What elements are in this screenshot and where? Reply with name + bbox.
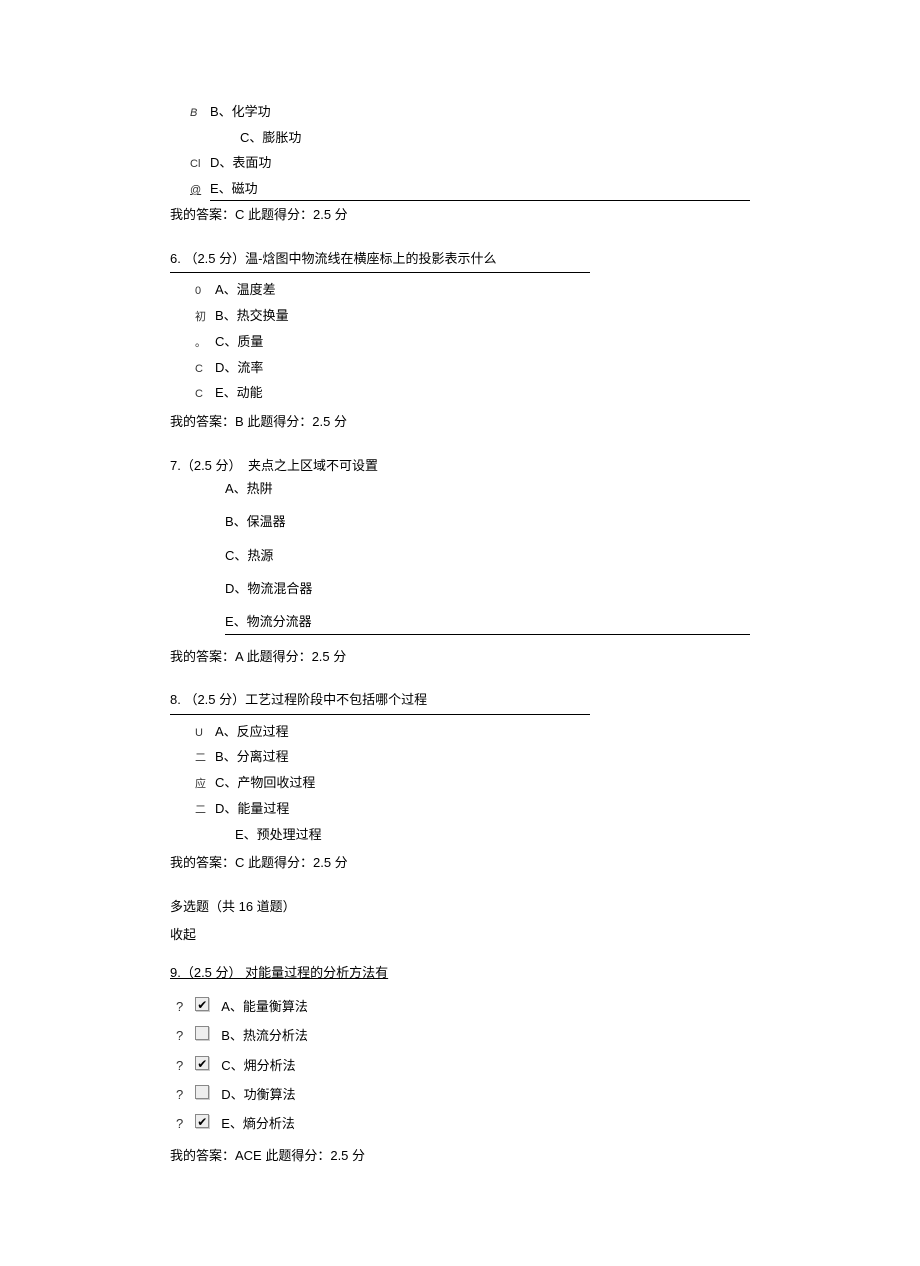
question-9-block: 9.（2.5 分） 对能量过程的分析方法有 ? A、能量衡算法 ? B、热流分析…	[170, 961, 750, 1167]
option-text: B、热交换量	[215, 304, 750, 327]
question-header: 9.（2.5 分） 对能量过程的分析方法有	[170, 961, 590, 986]
option-prefix: 初	[195, 308, 215, 328]
option-text: A、热阱	[225, 477, 750, 500]
option-row: ? E、熵分析法	[170, 1109, 415, 1138]
option-text: C、膨胀功	[240, 126, 750, 149]
option-line: @ E、磁功	[190, 177, 750, 201]
option-text: C、热源	[225, 544, 750, 567]
option-line: 应 C、产物回收过程	[195, 771, 750, 795]
question-7-block: 7.（2.5 分） 夹点之上区域不可设置 A、热阱 B、保温器 C、热源 D、物…	[170, 454, 750, 669]
option-line: 二 D、能量过程	[195, 797, 750, 821]
my-answer: 我的答案：C 此题得分：2.5 分	[170, 203, 750, 226]
checkbox-checked-icon[interactable]	[195, 1114, 209, 1128]
option-row: ? B、热流分析法	[170, 1021, 415, 1050]
option-prefix: 0	[195, 282, 215, 302]
option-text: A、反应过程	[215, 720, 750, 743]
option-row: ? D、功衡算法	[170, 1080, 415, 1109]
option-text: C、质量	[215, 330, 750, 353]
option-text: B、分离过程	[215, 745, 750, 768]
question-header: 8. （2.5 分）工艺过程阶段中不包括哪个过程	[170, 688, 590, 714]
question-options: 0 A、温度差 初 B、热交换量 。 C、质量 C D、流率 C E、动能	[170, 278, 750, 405]
option-label: D、功衡算法	[215, 1080, 415, 1109]
option-text: E、磁功	[210, 177, 750, 201]
question-options: A、热阱 B、保温器 C、热源 D、物流混合器 E、物流分流器	[170, 477, 750, 635]
question-6-block: 6. （2.5 分）温-焓图中物流线在横座标上的投影表示什么 0 A、温度差 初…	[170, 247, 750, 434]
option-prefix: 。	[195, 334, 215, 354]
my-answer: 我的答案：ACE 此题得分：2.5 分	[170, 1144, 750, 1167]
row-marker: ?	[170, 1080, 189, 1109]
option-line: 二 B、分离过程	[195, 745, 750, 769]
option-label: C、㶲分析法	[215, 1051, 415, 1080]
checkbox-cell	[189, 1051, 215, 1080]
checkbox-unchecked-icon[interactable]	[195, 1085, 209, 1099]
option-line: 初 B、热交换量	[195, 304, 750, 328]
option-label: A、能量衡算法	[215, 992, 415, 1021]
option-text: B、保温器	[225, 510, 750, 533]
option-label: B、热流分析法	[215, 1021, 415, 1050]
option-prefix: U	[195, 724, 215, 744]
checkbox-cell	[189, 1109, 215, 1138]
option-prefix: C	[195, 385, 215, 405]
checkbox-cell	[189, 992, 215, 1021]
question-options: U A、反应过程 二 B、分离过程 应 C、产物回收过程 二 D、能量过程 E、…	[170, 720, 750, 847]
option-prefix: @	[190, 181, 210, 201]
option-text: A、温度差	[215, 278, 750, 301]
option-row: ? C、㶲分析法	[170, 1051, 415, 1080]
section-collapse-toggle[interactable]: 收起	[170, 923, 750, 946]
option-line: C、膨胀功	[190, 126, 750, 149]
option-line: E、物流分流器	[225, 610, 750, 634]
option-line: B B、化学功	[190, 100, 750, 124]
option-prefix: Cl	[190, 155, 210, 175]
option-text: E、物流分流器	[225, 610, 750, 634]
checkbox-unchecked-icon[interactable]	[195, 1026, 209, 1040]
option-line: C D、流率	[195, 356, 750, 380]
option-line: A、热阱	[225, 477, 750, 500]
option-label: E、熵分析法	[215, 1109, 415, 1138]
row-marker: ?	[170, 1051, 189, 1080]
checkbox-cell	[189, 1080, 215, 1109]
option-row: ? A、能量衡算法	[170, 992, 415, 1021]
option-line: C E、动能	[195, 381, 750, 405]
option-line: 。 C、质量	[195, 330, 750, 354]
option-text: D、能量过程	[215, 797, 750, 820]
option-text: E、预处理过程	[235, 823, 750, 846]
option-text: D、物流混合器	[225, 577, 750, 600]
option-line: E、预处理过程	[195, 823, 750, 846]
option-line: Cl D、表面功	[190, 151, 750, 175]
checkbox-checked-icon[interactable]	[195, 997, 209, 1011]
option-line: C、热源	[225, 544, 750, 567]
option-text: C、产物回收过程	[215, 771, 750, 794]
my-answer: 我的答案：B 此题得分：2.5 分	[170, 410, 750, 433]
option-text: E、动能	[215, 381, 750, 404]
option-text: D、流率	[215, 356, 750, 379]
option-line: U A、反应过程	[195, 720, 750, 744]
my-answer: 我的答案：A 此题得分：2.5 分	[170, 645, 750, 668]
option-text: D、表面功	[210, 151, 750, 174]
row-marker: ?	[170, 1021, 189, 1050]
option-line: B、保温器	[225, 510, 750, 533]
section-title: 多选题（共 16 道题）	[170, 895, 750, 918]
question-8-block: 8. （2.5 分）工艺过程阶段中不包括哪个过程 U A、反应过程 二 B、分离…	[170, 688, 750, 874]
row-marker: ?	[170, 992, 189, 1021]
question-9-options-table: ? A、能量衡算法 ? B、热流分析法 ? C、㶲分析法 ? D、功衡算法 ? …	[170, 992, 415, 1139]
question-header: 7.（2.5 分） 夹点之上区域不可设置	[170, 454, 750, 477]
checkbox-checked-icon[interactable]	[195, 1056, 209, 1070]
option-prefix: B	[190, 104, 210, 124]
question-header: 6. （2.5 分）温-焓图中物流线在横座标上的投影表示什么	[170, 247, 590, 273]
option-text: B、化学功	[210, 100, 750, 123]
option-line: D、物流混合器	[225, 577, 750, 600]
partial-question-block: B B、化学功 C、膨胀功 Cl D、表面功 @ E、磁功 我的答案：C 此题得…	[170, 100, 750, 227]
my-answer: 我的答案：C 此题得分：2.5 分	[170, 851, 750, 874]
option-prefix: C	[195, 360, 215, 380]
partial-options: B B、化学功 C、膨胀功 Cl D、表面功 @ E、磁功	[170, 100, 750, 201]
option-prefix: 应	[195, 775, 215, 795]
option-prefix: 二	[195, 801, 215, 821]
checkbox-cell	[189, 1021, 215, 1050]
option-line: 0 A、温度差	[195, 278, 750, 302]
row-marker: ?	[170, 1109, 189, 1138]
option-prefix: 二	[195, 749, 215, 769]
